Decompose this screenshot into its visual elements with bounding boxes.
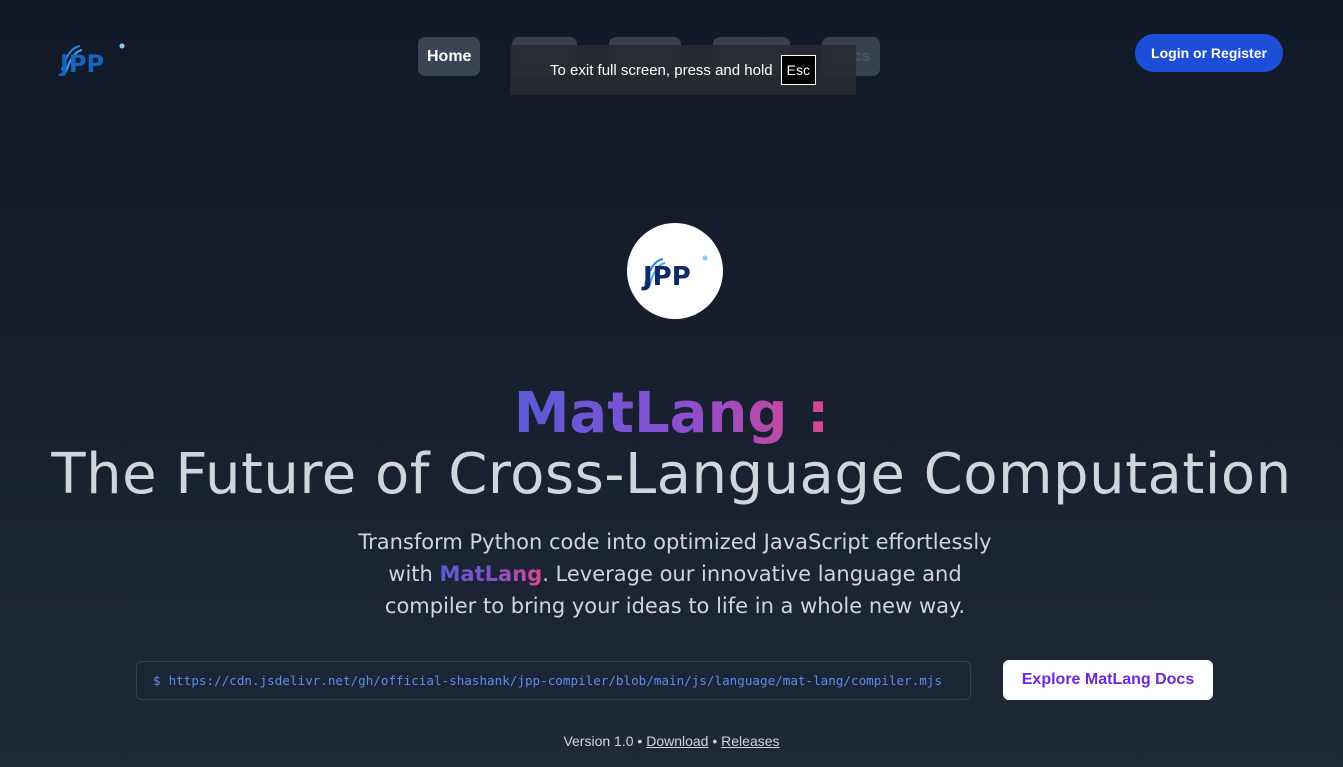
svg-text:JPP: JPP (641, 262, 691, 291)
separator: • (637, 733, 643, 749)
jpp-logo-icon: JPP (58, 43, 125, 78)
fullscreen-notice-text: To exit full screen, press and hold (550, 61, 773, 79)
subtitle-brand: MatLang (439, 562, 543, 586)
header-logo[interactable]: JPP (58, 40, 128, 78)
cdn-url-box[interactable]: $ https://cdn.jsdelivr.net/gh/official-s… (136, 661, 971, 700)
svg-text:JPP: JPP (58, 50, 104, 76)
hero-logo: JPP (627, 223, 723, 319)
hero-brand-title: MatLang : (0, 382, 1343, 446)
fullscreen-exit-notice: To exit full screen, press and hold Esc (510, 45, 856, 95)
shell-prompt: $ (153, 673, 161, 688)
brand-title-text: MatLang : (513, 381, 830, 446)
login-register-button[interactable]: Login or Register (1135, 34, 1283, 72)
version-row: Version 1.0 • Download • Releases (0, 733, 1343, 749)
nav-home[interactable]: Home (418, 37, 481, 76)
hero-subtitle: Transform Python code into optimized Jav… (350, 526, 1000, 622)
hero-headline: The Future of Cross-Language Computation (51, 442, 1292, 507)
esc-key-badge: Esc (780, 55, 816, 85)
jpp-logo-icon: JPP (641, 255, 708, 291)
download-link[interactable]: Download (646, 733, 708, 749)
explore-docs-button[interactable]: Explore MatLang Docs (1003, 660, 1213, 700)
separator: • (712, 733, 718, 749)
version-label: Version 1.0 (563, 733, 634, 749)
releases-link[interactable]: Releases (721, 733, 779, 749)
cdn-url[interactable]: https://cdn.jsdelivr.net/gh/official-sha… (169, 673, 942, 688)
